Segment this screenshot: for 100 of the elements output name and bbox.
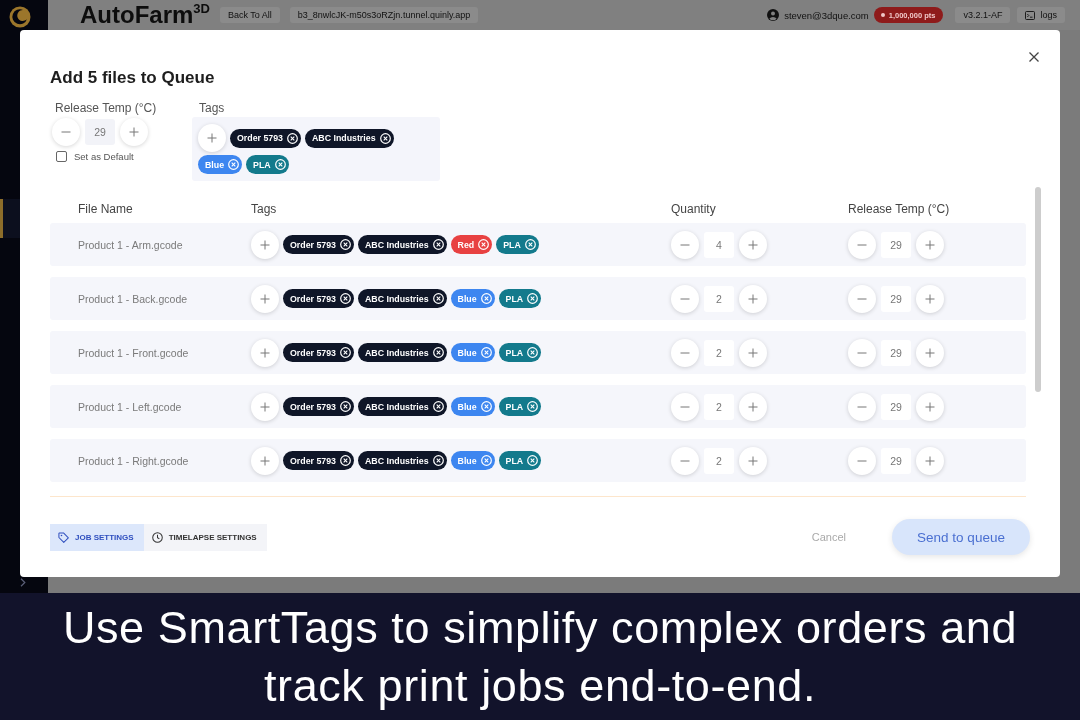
chevron-right-icon[interactable] xyxy=(20,578,26,587)
plus-icon xyxy=(207,133,217,143)
close-button[interactable] xyxy=(1028,51,1040,63)
decrement-button[interactable] xyxy=(848,446,876,475)
plus-icon xyxy=(925,239,935,250)
x-circle-icon[interactable] xyxy=(340,401,351,412)
x-circle-icon[interactable] xyxy=(340,293,351,304)
plus-icon xyxy=(260,347,270,358)
x-circle-icon[interactable] xyxy=(340,455,351,466)
temp-field[interactable]: 29 xyxy=(881,285,911,312)
scrollbar-thumb[interactable] xyxy=(1035,187,1041,392)
plus-icon xyxy=(748,293,758,304)
tag-label: ABC Industries xyxy=(365,347,429,358)
x-circle-icon[interactable] xyxy=(379,132,391,144)
user-icon xyxy=(767,9,780,21)
plus-icon xyxy=(260,455,270,466)
x-circle-icon[interactable] xyxy=(432,347,444,358)
x-circle-icon[interactable] xyxy=(340,347,351,358)
column-header: Quantity xyxy=(671,201,716,217)
plus-icon xyxy=(925,401,935,412)
decrement-button[interactable] xyxy=(671,284,699,313)
x-circle-icon[interactable] xyxy=(432,455,444,466)
decrement-button[interactable] xyxy=(848,392,876,421)
file-name: Product 1 - Back.gcode xyxy=(78,292,188,305)
tag-label: ABC Industries xyxy=(365,455,429,466)
decrement-button[interactable] xyxy=(848,338,876,367)
increment-button[interactable] xyxy=(916,284,944,313)
settings-tab[interactable]: TIMELAPSE SETTINGS xyxy=(143,523,267,551)
add-tag-button[interactable] xyxy=(251,230,279,259)
tag-label: Blue xyxy=(205,159,225,170)
add-tag-button[interactable] xyxy=(251,392,279,421)
decrement-button[interactable] xyxy=(848,284,876,313)
tag-label: Red xyxy=(457,239,475,250)
checkbox[interactable] xyxy=(56,151,67,162)
tag-label: Order 5793 xyxy=(290,293,336,304)
logo-icon xyxy=(9,6,31,28)
quantity-field[interactable]: 2 xyxy=(704,393,734,420)
tags-field[interactable]: Order 5793 ABC Industries Blue PLA xyxy=(192,117,440,181)
quantity-field[interactable]: 4 xyxy=(704,231,734,258)
plus-icon xyxy=(260,293,270,304)
decrement-button[interactable] xyxy=(671,230,699,259)
tag-label: ABC Industries xyxy=(365,239,429,250)
terminal-icon xyxy=(1025,10,1036,20)
quantity-field[interactable]: 2 xyxy=(704,447,734,474)
x-circle-icon[interactable] xyxy=(432,293,444,304)
plus-icon xyxy=(260,239,270,250)
tag-label: Order 5793 xyxy=(290,239,336,250)
tag-label: PLA xyxy=(505,401,524,412)
minus-icon xyxy=(680,351,690,354)
increment-button[interactable] xyxy=(739,230,767,259)
quantity-field[interactable]: 2 xyxy=(704,285,734,312)
temp-field[interactable]: 29 xyxy=(881,339,911,366)
plus-icon xyxy=(925,455,935,466)
increment-button[interactable] xyxy=(120,118,148,146)
x-circle-icon[interactable] xyxy=(287,132,298,144)
field-label: Tags xyxy=(198,100,226,116)
decrement-button[interactable] xyxy=(671,392,699,421)
column-header: Tags xyxy=(251,201,277,217)
increment-button[interactable] xyxy=(916,338,944,367)
tag-label: Order 5793 xyxy=(290,347,336,358)
decrement-button[interactable] xyxy=(671,446,699,475)
version-label: v3.2.1-AF xyxy=(955,7,1011,23)
x-circle-icon[interactable] xyxy=(340,239,351,250)
field-label: Release Temp (°C) xyxy=(54,100,158,116)
temp-field[interactable]: 29 xyxy=(881,393,911,420)
plus-icon xyxy=(748,239,758,250)
minus-icon xyxy=(857,459,867,462)
plus-icon xyxy=(925,293,935,304)
send-button[interactable]: Send to queue xyxy=(892,519,1030,555)
increment-button[interactable] xyxy=(916,230,944,259)
increment-button[interactable] xyxy=(916,446,944,475)
decrement-button[interactable] xyxy=(52,118,80,146)
minus-icon xyxy=(680,405,690,408)
increment-button[interactable] xyxy=(739,338,767,367)
increment-button[interactable] xyxy=(739,446,767,475)
back-button[interactable]: Back To All xyxy=(219,7,280,23)
dot-icon xyxy=(880,13,885,17)
logs-button[interactable]: logs xyxy=(1017,7,1065,23)
close-icon xyxy=(1028,51,1040,63)
settings-tab[interactable]: JOB SETTINGS xyxy=(50,523,144,551)
decrement-button[interactable] xyxy=(671,338,699,367)
minus-icon xyxy=(680,459,690,462)
dialog-title: Add 5 files to Queue xyxy=(50,68,216,88)
minus-icon xyxy=(680,297,690,300)
minus-icon xyxy=(857,297,867,300)
increment-button[interactable] xyxy=(739,284,767,313)
decrement-button[interactable] xyxy=(848,230,876,259)
temp-field[interactable]: 29 xyxy=(881,231,911,258)
x-circle-icon[interactable] xyxy=(432,401,444,412)
add-tag-button[interactable] xyxy=(198,124,226,152)
temp-field[interactable]: 29 xyxy=(881,447,911,474)
add-tag-button[interactable] xyxy=(251,284,279,313)
increment-button[interactable] xyxy=(916,392,944,421)
x-circle-icon[interactable] xyxy=(432,239,444,250)
add-tag-button[interactable] xyxy=(251,338,279,367)
quantity-field[interactable]: 2 xyxy=(704,339,734,366)
temp-field[interactable]: 29 xyxy=(85,119,115,145)
plus-icon xyxy=(129,127,139,137)
add-tag-button[interactable] xyxy=(251,446,279,475)
increment-button[interactable] xyxy=(739,392,767,421)
